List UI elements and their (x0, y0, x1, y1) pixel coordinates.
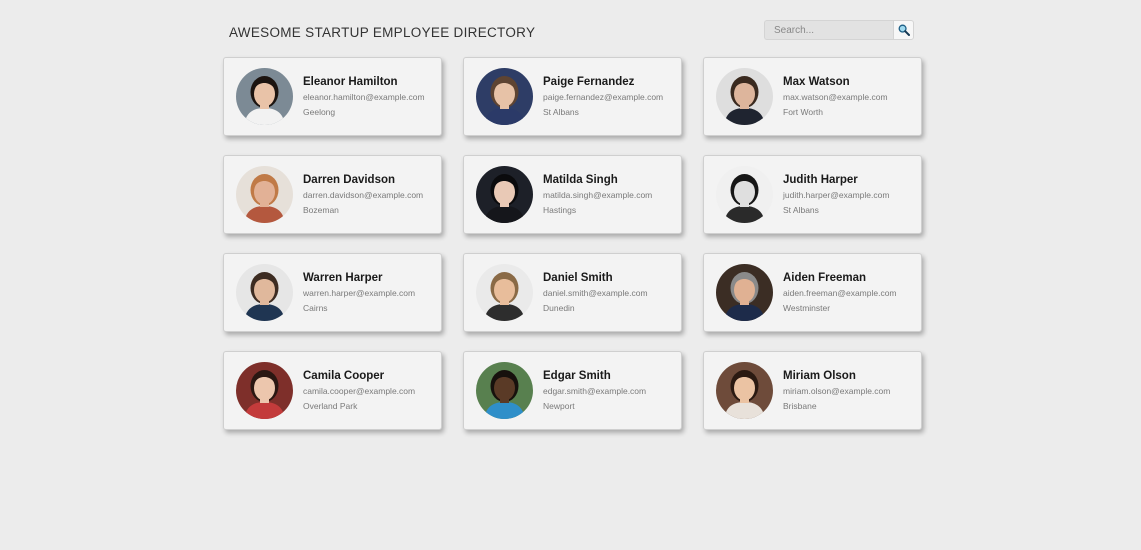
employee-card[interactable]: Matilda Singh matilda.singh@example.com Ha… (463, 155, 682, 234)
employee-name: Edgar Smith (543, 369, 611, 382)
employee-email: camila.cooper@example.com (303, 386, 416, 397)
employee-name: Miriam Olson (783, 369, 856, 382)
employee-info: Paige Fernandez paige.fernandez@example.c… (543, 75, 664, 117)
employee-info: Judith Harper judith.harper@example.com St… (783, 173, 890, 215)
employee-email: aiden.freeman@example.com (783, 288, 897, 299)
employee-city: Geelong (303, 106, 336, 117)
employee-name: Paige Fernandez (543, 75, 635, 88)
employee-city: Brisbane (783, 400, 817, 411)
employee-email: warren.harper@example.com (303, 288, 416, 299)
employee-card[interactable]: Max Watson max.watson@example.com Fort Wor… (703, 57, 922, 136)
avatar (716, 264, 773, 321)
avatar (476, 362, 533, 419)
employee-name: Warren Harper (303, 271, 383, 284)
employee-name: Judith Harper (783, 173, 858, 186)
employee-city: Overland Park (303, 400, 358, 411)
employee-city: Hastings (543, 204, 577, 215)
employee-city: St Albans (543, 106, 579, 117)
avatar (716, 68, 773, 125)
search-button[interactable] (893, 20, 914, 40)
employee-name: Max Watson (783, 75, 850, 88)
employee-card[interactable]: Eleanor Hamilton eleanor.hamilton@example… (223, 57, 442, 136)
employee-info: Edgar Smith edgar.smith@example.com Newpor… (543, 369, 647, 411)
employee-card[interactable]: Miriam Olson miriam.olson@example.com Bris… (703, 351, 922, 430)
employee-email: paige.fernandez@example.com (543, 92, 664, 103)
employee-info: Miriam Olson miriam.olson@example.com Bris… (783, 369, 891, 411)
employee-email: judith.harper@example.com (783, 190, 890, 201)
employee-name: Camila Cooper (303, 369, 385, 382)
employee-card[interactable]: Judith Harper judith.harper@example.com St… (703, 155, 922, 234)
employee-city: Newport (543, 400, 575, 411)
employee-name: Darren Davidson (303, 173, 396, 186)
employee-name: Eleanor Hamilton (303, 75, 398, 88)
page-title: AWESOME STARTUP EMPLOYEE DIRECTORY (229, 25, 536, 40)
avatar (236, 264, 293, 321)
employee-email: miriam.olson@example.com (783, 386, 891, 397)
employee-email: matilda.singh@example.com (543, 190, 653, 201)
employee-info: Darren Davidson darren.davidson@example.c… (303, 173, 424, 215)
employee-info: Camila Cooper camila.cooper@example.com Ov… (303, 369, 416, 411)
avatar (236, 68, 293, 125)
employee-name: Aiden Freeman (783, 271, 867, 284)
avatar (716, 362, 773, 419)
employee-city: Bozeman (303, 204, 339, 215)
employee-card[interactable]: Daniel Smith daniel.smith@example.com Dune… (463, 253, 682, 332)
avatar (476, 166, 533, 223)
search-form (764, 20, 914, 40)
employee-info: Warren Harper warren.harper@example.com Ca… (303, 271, 416, 313)
employee-email: daniel.smith@example.com (543, 288, 648, 299)
avatar (716, 166, 773, 223)
employee-name: Daniel Smith (543, 271, 613, 284)
employee-email: darren.davidson@example.com (303, 190, 424, 201)
employee-info: Aiden Freeman aiden.freeman@example.com We… (783, 271, 897, 313)
employee-info: Max Watson max.watson@example.com Fort Wor… (783, 75, 888, 117)
employee-email: edgar.smith@example.com (543, 386, 647, 397)
avatar (476, 68, 533, 125)
employee-info: Daniel Smith daniel.smith@example.com Dune… (543, 271, 648, 313)
employee-card[interactable]: Warren Harper warren.harper@example.com Ca… (223, 253, 442, 332)
employee-card[interactable]: Edgar Smith edgar.smith@example.com Newpor… (463, 351, 682, 430)
employee-email: eleanor.hamilton@example.com (303, 92, 425, 103)
search-input[interactable] (764, 20, 893, 40)
employee-card[interactable]: Camila Cooper camila.cooper@example.com Ov… (223, 351, 442, 430)
avatar (236, 166, 293, 223)
employee-email: max.watson@example.com (783, 92, 888, 103)
employee-name: Matilda Singh (543, 173, 618, 186)
employee-grid: Eleanor Hamilton eleanor.hamilton@example… (223, 57, 922, 430)
employee-info: Matilda Singh matilda.singh@example.com Ha… (543, 173, 653, 215)
employee-info: Eleanor Hamilton eleanor.hamilton@example… (303, 75, 425, 117)
employee-city: Cairns (303, 302, 328, 313)
search-icon (898, 24, 910, 36)
employee-city: Dunedin (543, 302, 575, 313)
avatar (476, 264, 533, 321)
employee-card[interactable]: Aiden Freeman aiden.freeman@example.com We… (703, 253, 922, 332)
employee-card[interactable]: Paige Fernandez paige.fernandez@example.c… (463, 57, 682, 136)
employee-card[interactable]: Darren Davidson darren.davidson@example.c… (223, 155, 442, 234)
employee-city: Fort Worth (783, 106, 823, 117)
avatar (236, 362, 293, 419)
employee-city: St Albans (783, 204, 819, 215)
employee-city: Westminster (783, 302, 831, 313)
